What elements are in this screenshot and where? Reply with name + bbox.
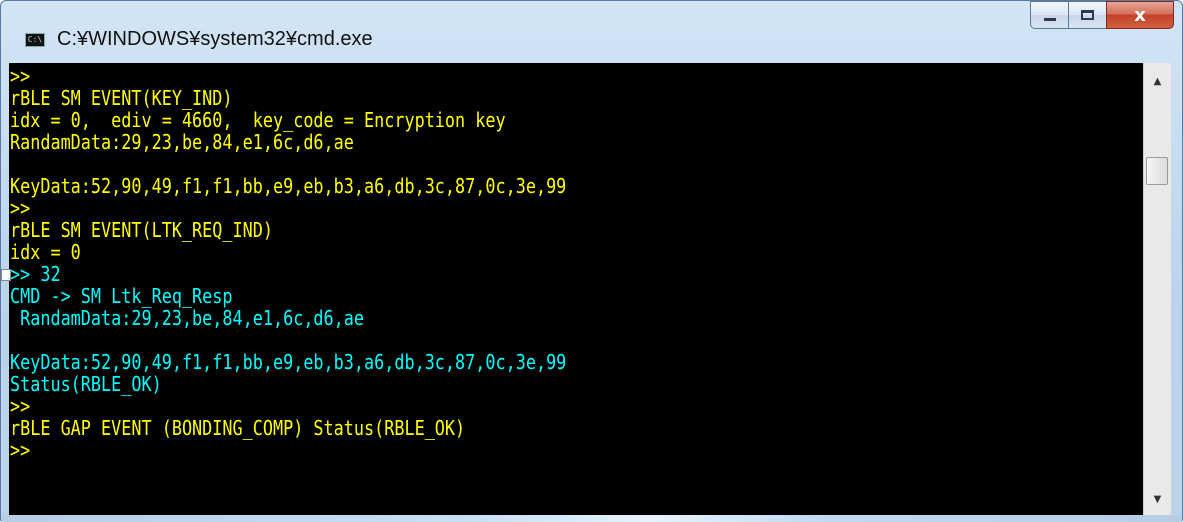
console-line: idx = 0 [10, 240, 81, 264]
window-title: C:¥WINDOWS¥system32¥cmd.exe [57, 28, 373, 50]
title-bar[interactable]: C:\ C:¥WINDOWS¥system32¥cmd.exe x [1, 1, 1182, 63]
console-line: CMD -> SM Ltk_Req_Resp [10, 284, 233, 308]
caption-buttons: x [1030, 1, 1174, 31]
console-line: rBLE GAP EVENT (BONDING_COMP) Status(RBL… [10, 416, 466, 440]
console-line: RandamData:29,23,be,84,e1,6c,d6,ae [10, 130, 354, 154]
console-window: C:\ C:¥WINDOWS¥system32¥cmd.exe x >> rBLE… [0, 0, 1183, 522]
console-line: Status(RBLE_OK) [10, 372, 162, 396]
console-line: KeyData:52,90,49,f1,f1,bb,e9,eb,b3,a6,db… [10, 174, 567, 198]
scroll-down-arrow-icon[interactable]: ▼ [1144, 485, 1171, 513]
console-line: >> [10, 394, 31, 418]
console-line: >> 32 [10, 262, 61, 286]
console-line: >> [10, 196, 31, 220]
maximize-button[interactable] [1068, 1, 1106, 29]
maximize-icon [1081, 10, 1094, 20]
minimize-icon [1043, 17, 1056, 21]
minimize-button[interactable] [1030, 1, 1068, 29]
close-button[interactable]: x [1106, 1, 1174, 29]
resize-handle-icon[interactable] [1, 269, 11, 281]
console-line: >> [10, 438, 31, 462]
console-line: rBLE SM EVENT(LTK_REQ_IND) [10, 218, 273, 242]
console-line: >> [10, 64, 31, 88]
vertical-scrollbar[interactable]: ▲ ▼ [1143, 63, 1171, 515]
scroll-thumb[interactable] [1146, 157, 1168, 185]
console-line: RandamData:29,23,be,84,e1,6c,d6,ae [10, 306, 365, 330]
close-icon: x [1134, 4, 1146, 26]
console-line: KeyData:52,90,49,f1,f1,bb,e9,eb,b3,a6,db… [10, 350, 567, 374]
console-line: idx = 0, ediv = 4660, key_code = Encrypt… [10, 108, 506, 132]
scroll-up-arrow-icon[interactable]: ▲ [1144, 67, 1171, 95]
console-line: rBLE SM EVENT(KEY_IND) [10, 86, 233, 110]
console-output[interactable]: >> rBLE SM EVENT(KEY_IND) idx = 0, ediv = … [9, 63, 1165, 515]
cmd-icon[interactable]: C:\ [25, 33, 45, 47]
